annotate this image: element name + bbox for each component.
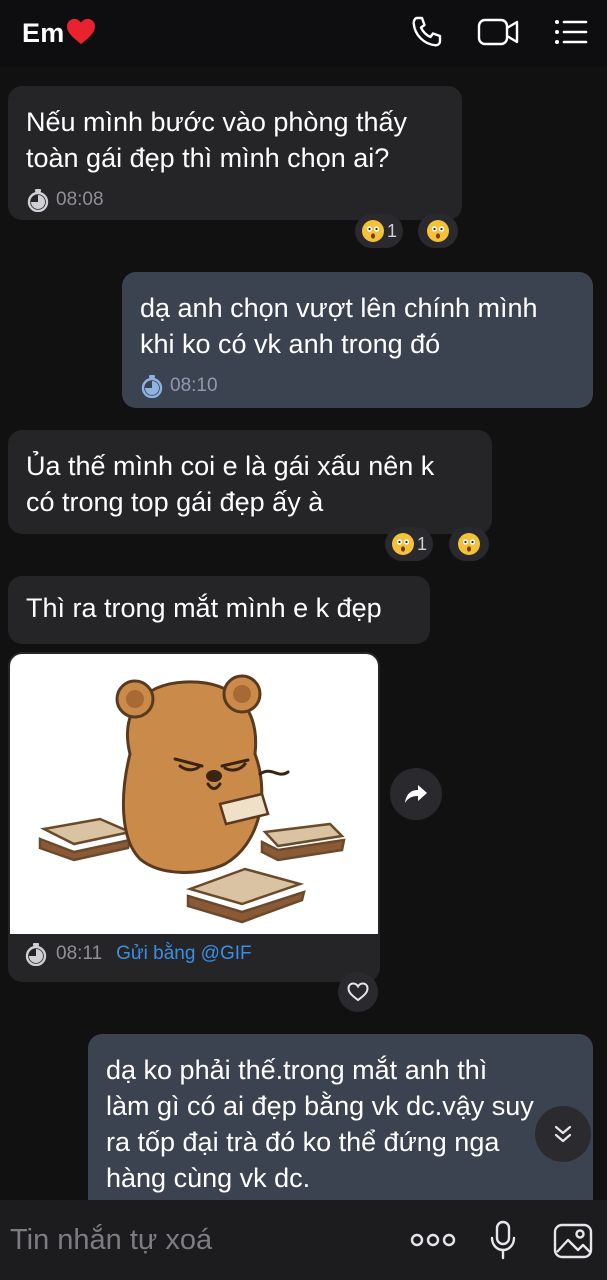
- add-reaction-button[interactable]: [449, 527, 489, 561]
- message-input-bar: Tin nhắn tự xoá: [0, 1200, 607, 1280]
- message-input[interactable]: Tin nhắn tự xoá: [10, 1224, 397, 1257]
- message-time: 08:08: [56, 189, 104, 210]
- forward-button[interactable]: [390, 768, 442, 820]
- surprised-emoji-icon: [427, 220, 449, 242]
- microphone-icon[interactable]: [479, 1216, 527, 1264]
- scroll-to-bottom-button[interactable]: [535, 1106, 591, 1162]
- message-text: dạ ko phải thế.trong mắt anh thì: [106, 1055, 488, 1085]
- like-button[interactable]: [338, 972, 378, 1012]
- outgoing-message[interactable]: dạ ko phải thế.trong mắt anh thì làm gì …: [88, 1034, 593, 1200]
- incoming-message[interactable]: Nếu mình bước vào phòng thấy toàn gái đẹ…: [8, 86, 462, 220]
- double-chevron-down-icon: [554, 1125, 572, 1143]
- reaction-count: 1: [417, 533, 428, 554]
- message-text: làm gì có ai đẹp bằng vk dc.vậy suy: [106, 1091, 534, 1121]
- message-time: 08:10: [170, 375, 218, 396]
- message-text: Ủa thế mình coi e là gái xấu nên k: [26, 451, 435, 481]
- heart-outline-icon: [347, 982, 369, 1002]
- message-list[interactable]: Nếu mình bước vào phòng thấy toàn gái đẹ…: [0, 66, 607, 1200]
- red-heart-icon: [67, 18, 96, 44]
- message-text: khi ko có vk anh trong đó: [140, 329, 441, 359]
- reaction-count: 1: [387, 220, 398, 241]
- gif-message[interactable]: 08:11 Gửi bằng @GIF: [8, 652, 380, 982]
- reaction-badge[interactable]: 1: [355, 214, 404, 248]
- surprised-emoji-icon: [458, 533, 480, 555]
- image-gallery-icon[interactable]: [549, 1216, 597, 1264]
- message-text: Thì ra trong mắt mình e k đẹp: [26, 593, 382, 623]
- message-text: Nếu mình bước vào phòng thấy: [26, 107, 408, 137]
- bear-reading-gif[interactable]: [10, 654, 378, 934]
- message-text: hàng cùng vk dc.: [106, 1163, 311, 1193]
- contact-name[interactable]: Em: [22, 18, 96, 49]
- message-text: dạ anh chọn vượt lên chính mình: [140, 293, 538, 323]
- message-time: 08:11: [56, 943, 103, 964]
- incoming-message[interactable]: Thì ra trong mắt mình e k đẹp: [8, 576, 430, 644]
- forward-arrow-icon: [405, 785, 427, 803]
- reaction-badge[interactable]: 1: [385, 527, 434, 561]
- self-destruct-timer-icon: [25, 943, 47, 966]
- message-text: có trong top gái đẹp ấy à: [26, 487, 324, 517]
- message-text: ra tốp đại trà đó ko thể đứng nga: [106, 1127, 500, 1157]
- self-destruct-timer-icon: [141, 375, 163, 398]
- outgoing-message[interactable]: dạ anh chọn vượt lên chính mình khi ko c…: [122, 272, 593, 408]
- surprised-emoji-icon: [362, 220, 384, 242]
- menu-icon[interactable]: [549, 10, 593, 54]
- gif-source-link[interactable]: Gửi bằng @GIF: [116, 943, 252, 965]
- message-text: toàn gái đẹp thì mình chọn ai?: [26, 143, 390, 173]
- surprised-emoji-icon: [392, 533, 414, 555]
- incoming-message[interactable]: Ủa thế mình coi e là gái xấu nên k có tr…: [8, 430, 492, 534]
- self-destruct-timer-icon: [27, 189, 49, 212]
- video-call-icon[interactable]: [477, 10, 521, 54]
- add-reaction-button[interactable]: [418, 214, 458, 248]
- chat-header: Em: [0, 0, 607, 66]
- phone-icon[interactable]: [405, 10, 449, 54]
- more-options-icon[interactable]: [409, 1216, 457, 1264]
